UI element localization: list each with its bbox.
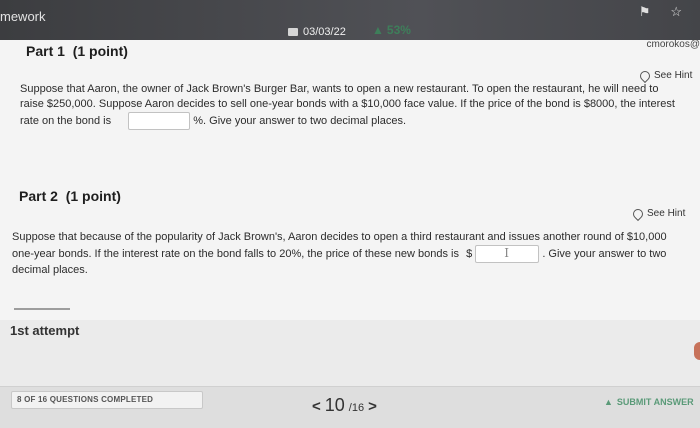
user-name: cmorokos@ [647, 39, 700, 50]
top-icons: ⚑ ☆ [639, 4, 682, 20]
currency-symbol: $ [466, 248, 472, 260]
total-pages: /16 [349, 402, 364, 414]
part2-title-text: Part 2 [19, 188, 58, 204]
prev-page-icon[interactable]: < [312, 398, 321, 415]
part2-line2b: . Give your answer to two [542, 248, 666, 260]
calendar-icon [288, 28, 298, 36]
lightbulb-icon [638, 68, 652, 82]
lightbulb-icon [631, 206, 645, 220]
part2-line2a: one-year bonds. If the interest rate on … [12, 248, 459, 260]
top-bar: mework 03/03/22 ▲ 53% ⚑ ☆ [0, 0, 700, 40]
part1-line1: Suppose that Aaron, the owner of Jack Br… [20, 82, 692, 97]
text-cursor-icon: I [476, 246, 509, 260]
completed-status: 8 OF 16 QUESTIONS COMPLETED [11, 391, 203, 409]
date-display: 03/03/22 [288, 26, 346, 38]
part1-title-text: Part 1 [26, 43, 65, 59]
part2-line3: decimal places. [12, 263, 696, 278]
bond-price-input[interactable]: I [475, 245, 539, 263]
part1-hint-button[interactable]: See Hint [640, 70, 692, 81]
part1-question: Suppose that Aaron, the owner of Jack Br… [20, 82, 692, 130]
submit-label: SUBMIT ANSWER [617, 397, 694, 407]
warning-icon: ▲ [372, 23, 384, 37]
part1-line3b: %. Give your answer to two decimal place… [193, 115, 406, 127]
part1-line3: rate on the bond is %. Give your answer … [20, 112, 692, 130]
part1-points: (1 point) [73, 43, 128, 59]
interest-rate-input[interactable] [128, 112, 190, 130]
progress-badge: ▲ 53% [372, 23, 411, 37]
pager: < 10/16 > [312, 395, 377, 416]
part2-points: (1 point) [66, 188, 121, 204]
part2-hint-label: See Hint [647, 208, 685, 219]
part2-line1: Suppose that because of the popularity o… [12, 230, 696, 245]
submit-answer-button[interactable]: ▲ SUBMIT ANSWER [604, 397, 694, 407]
part2-hint-button[interactable]: See Hint [633, 208, 685, 219]
part1-hint-label: See Hint [654, 70, 692, 81]
question-panel: Part 1 (1 point) See Hint Suppose that A… [0, 40, 700, 320]
app-title: mework [0, 9, 46, 24]
date-text: 03/03/22 [303, 26, 346, 38]
flag-icon[interactable]: ⚑ [639, 4, 651, 20]
current-page: 10 [325, 395, 345, 416]
part2-question: Suppose that because of the popularity o… [12, 230, 696, 278]
part1-line3a: rate on the bond is [20, 115, 111, 127]
attempt-label: 1st attempt [10, 323, 79, 338]
bottom-bar: 8 OF 16 QUESTIONS COMPLETED < 10/16 > ▲ … [0, 386, 700, 428]
divider [14, 308, 70, 310]
side-indicator [694, 342, 700, 360]
part1-title: Part 1 (1 point) [26, 43, 128, 59]
part2-title: Part 2 (1 point) [19, 188, 121, 204]
part2-line2: one-year bonds. If the interest rate on … [12, 245, 696, 263]
star-icon[interactable]: ☆ [670, 4, 682, 20]
next-page-icon[interactable]: > [368, 398, 377, 415]
upload-icon: ▲ [604, 397, 613, 407]
progress-text: 53% [387, 23, 411, 37]
part1-line2: raise $250,000. Suppose Aaron decides to… [20, 97, 692, 112]
